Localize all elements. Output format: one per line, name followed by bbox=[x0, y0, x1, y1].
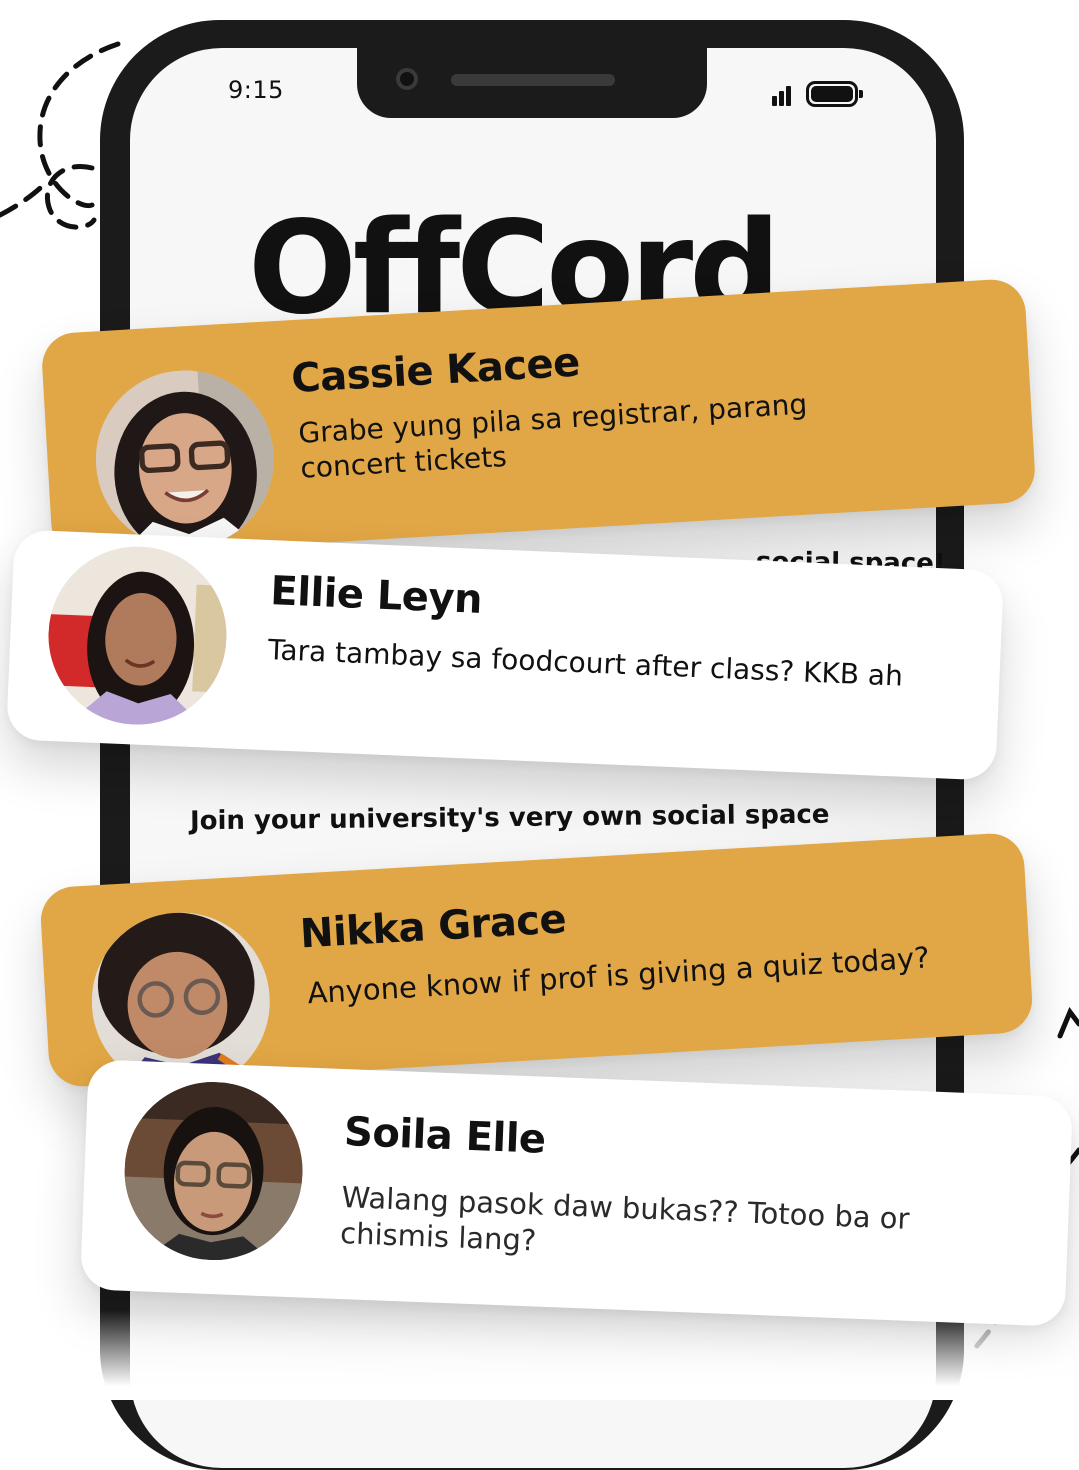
speaker-grille bbox=[451, 74, 615, 86]
message-text: Grabe yung pila sa registrar, parang con… bbox=[297, 387, 808, 485]
sender-name: Nikka Grace bbox=[298, 896, 568, 958]
avatar bbox=[121, 1078, 306, 1264]
camera-icon bbox=[396, 68, 418, 90]
battery-icon bbox=[806, 81, 863, 107]
status-time: 9:15 bbox=[228, 76, 284, 104]
sender-name: Ellie Leyn bbox=[269, 568, 483, 623]
message-text: Walang pasok daw bukas?? Totoo ba or chi… bbox=[339, 1180, 911, 1258]
sender-name: Soila Elle bbox=[343, 1109, 547, 1163]
avatar bbox=[44, 542, 231, 729]
message-text: Tara tambay sa foodcourt after class? KK… bbox=[267, 633, 904, 693]
phone-notch bbox=[357, 40, 707, 118]
avatar bbox=[90, 365, 279, 554]
bottom-fade bbox=[0, 1310, 1079, 1400]
message-card[interactable]: Ellie Leyn Tara tambay sa foodcourt afte… bbox=[6, 529, 1004, 781]
sender-name: Cassie Kacee bbox=[290, 339, 581, 403]
message-card[interactable]: Soila Elle Walang pasok daw bukas?? Toto… bbox=[79, 1059, 1074, 1327]
signal-icon bbox=[772, 84, 800, 106]
